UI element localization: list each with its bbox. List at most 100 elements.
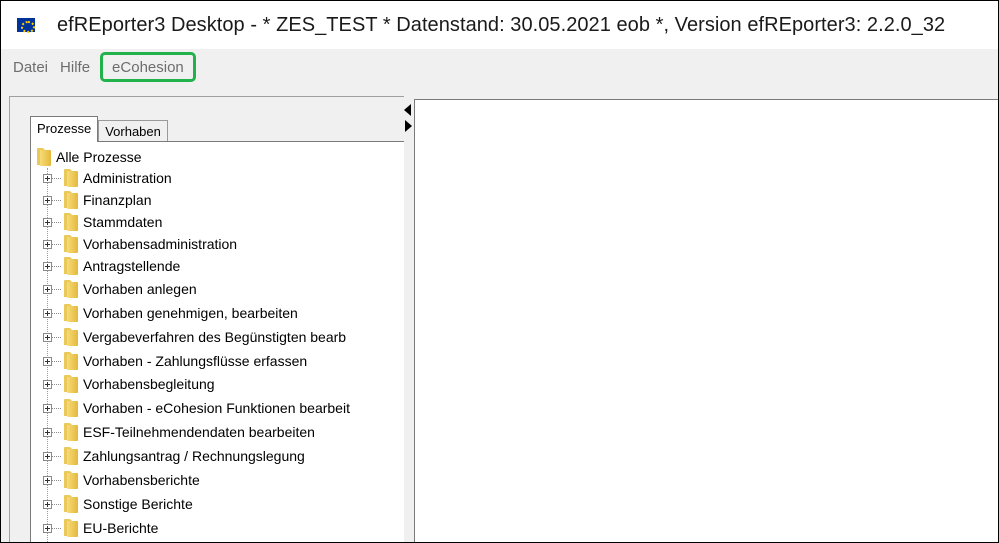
tree-item-label: Administration xyxy=(83,170,172,186)
tree-item-label: Zahlungsantrag / Rechnungslegung xyxy=(83,448,305,464)
menu-hilfe[interactable]: Hilfe xyxy=(54,56,96,79)
tree-connector xyxy=(52,479,61,481)
process-tree[interactable]: Alle Prozesse Administration Finanzplan … xyxy=(30,141,409,542)
expand-icon[interactable] xyxy=(43,523,52,533)
tree-item-label: Vergabeverfahren des Begünstigten bearb xyxy=(83,329,347,345)
tree-connector xyxy=(52,199,61,201)
folder-icon xyxy=(62,190,79,210)
tree-item-label: Vorhaben anlegen xyxy=(83,281,197,297)
expand-icon[interactable] xyxy=(43,403,52,413)
expand-icon[interactable] xyxy=(43,173,52,183)
tree-connector xyxy=(52,265,61,267)
folder-icon xyxy=(62,168,79,188)
folder-icon xyxy=(62,279,79,299)
expand-icon[interactable] xyxy=(43,451,52,461)
tree-connector xyxy=(52,312,61,314)
title-bar: efREporter3 Desktop - * ZES_TEST * Daten… xyxy=(1,1,998,49)
expand-icon[interactable] xyxy=(43,195,52,205)
expand-icon[interactable] xyxy=(43,308,52,318)
folder-icon xyxy=(62,374,79,394)
tree-item-vergabeverfahren[interactable]: Vergabeverfahren des Begünstigten bearb xyxy=(31,326,346,348)
tree-item-finanzplan[interactable]: Finanzplan xyxy=(31,189,152,211)
expand-icon[interactable] xyxy=(43,217,52,227)
panel-splitter[interactable] xyxy=(404,96,413,542)
tree-connector xyxy=(52,177,61,179)
tree-item-label: Vorhaben - Zahlungsflüsse erfassen xyxy=(83,353,308,369)
expand-icon[interactable] xyxy=(43,499,52,509)
folder-icon xyxy=(62,327,79,347)
tree-connector xyxy=(52,431,61,433)
tree-connector xyxy=(52,503,61,505)
folder-icon xyxy=(62,518,79,538)
tab-prozesse[interactable]: Prozesse xyxy=(30,116,99,142)
menu-datei[interactable]: Datei xyxy=(7,56,54,79)
tree-item-zahlungsfluesse[interactable]: Vorhaben - Zahlungsflüsse erfassen xyxy=(31,350,307,372)
menu-bar: Datei Hilfe eCohesion xyxy=(1,49,998,85)
tree-item-zahlungsantrag[interactable]: Zahlungsantrag / Rechnungslegung xyxy=(31,445,305,467)
folder-icon xyxy=(62,256,79,276)
expand-icon[interactable] xyxy=(43,475,52,485)
expand-icon[interactable] xyxy=(43,427,52,437)
folder-icon xyxy=(62,470,79,490)
tree-item-label: Vorhabensberichte xyxy=(83,472,200,488)
tree-connector xyxy=(52,221,61,223)
tree-item-label: EU-Berichte xyxy=(83,520,159,536)
tree-item-vorhabensbegleitung[interactable]: Vorhabensbegleitung xyxy=(31,373,215,395)
expand-icon[interactable] xyxy=(43,332,52,342)
tree-item-label: Vorhaben genehmigen, bearbeiten xyxy=(83,305,298,321)
eu-flag-icon xyxy=(17,18,35,33)
tab-strip: Prozesse Vorhaben xyxy=(30,116,168,142)
menu-highlight-box: eCohesion xyxy=(100,52,196,82)
expand-icon[interactable] xyxy=(43,379,52,389)
menu-ecohesion[interactable]: eCohesion xyxy=(112,59,184,76)
tree-item-label: ESF-Teilnehmendendaten bearbeiten xyxy=(83,424,315,440)
collapse-left-icon[interactable] xyxy=(404,104,411,116)
tree-item-label: Finanzplan xyxy=(83,192,152,208)
folder-icon xyxy=(62,398,79,418)
expand-right-icon[interactable] xyxy=(405,120,412,132)
folder-icon xyxy=(62,234,79,254)
tree-item-label: Sonstige Berichte xyxy=(83,496,193,512)
expand-icon[interactable] xyxy=(43,356,52,366)
tree-item-sonstige-berichte[interactable]: Sonstige Berichte xyxy=(31,493,193,515)
tree-connector xyxy=(52,360,61,362)
tree-item-vorhaben-anlegen[interactable]: Vorhaben anlegen xyxy=(31,278,197,300)
tree-item-eu-berichte[interactable]: EU-Berichte xyxy=(31,517,158,539)
tree-item-ecohesion-funktionen[interactable]: Vorhaben - eCohesion Funktionen bearbeit xyxy=(31,397,350,419)
tree-item-label: Antragstellende xyxy=(83,258,181,274)
tree-item-administration[interactable]: Administration xyxy=(31,167,172,189)
left-panel: Prozesse Vorhaben Alle Prozesse Administ… xyxy=(9,96,409,542)
tree-item-antragstellende[interactable]: Antragstellende xyxy=(31,255,180,277)
tree-connector xyxy=(52,527,61,529)
expand-icon[interactable] xyxy=(43,284,52,294)
tree-connector xyxy=(52,455,61,457)
tree-connector xyxy=(52,243,61,245)
tree-item-label: Vorhaben - eCohesion Funktionen bearbeit xyxy=(83,400,350,416)
tree-item-label: Stammdaten xyxy=(83,214,163,230)
folder-icon xyxy=(62,446,79,466)
tree-item-vorhaben-genehmigen[interactable]: Vorhaben genehmigen, bearbeiten xyxy=(31,302,298,324)
expand-icon[interactable] xyxy=(43,239,52,249)
window-title: efREporter3 Desktop - * ZES_TEST * Daten… xyxy=(57,13,946,36)
folder-icon xyxy=(62,422,79,442)
work-area: Prozesse Vorhaben Alle Prozesse Administ… xyxy=(1,85,998,542)
application-window: efREporter3 Desktop - * ZES_TEST * Daten… xyxy=(0,0,999,543)
folder-icon xyxy=(35,147,52,167)
tree-connector xyxy=(52,383,61,385)
tree-connector xyxy=(52,288,61,290)
tree-item-label: Vorhabensbegleitung xyxy=(83,376,215,392)
folder-icon xyxy=(62,303,79,323)
folder-icon xyxy=(62,212,79,232)
tree-item-vorhabensadministration[interactable]: Vorhabensadministration xyxy=(31,233,237,255)
tab-vorhaben[interactable]: Vorhaben xyxy=(98,120,168,142)
content-panel xyxy=(414,99,998,542)
expand-icon[interactable] xyxy=(43,261,52,271)
tree-item-esf-teilnehmendendaten[interactable]: ESF-Teilnehmendendaten bearbeiten xyxy=(31,421,315,443)
tree-item-vorhabensberichte[interactable]: Vorhabensberichte xyxy=(31,469,200,491)
tree-root[interactable]: Alle Prozesse xyxy=(35,147,142,167)
tree-item-label: Vorhabensadministration xyxy=(83,236,238,252)
tree-connector xyxy=(52,407,61,409)
tree-item-stammdaten[interactable]: Stammdaten xyxy=(31,211,162,233)
tree-root-label: Alle Prozesse xyxy=(56,149,142,165)
tree-connector xyxy=(52,336,61,338)
